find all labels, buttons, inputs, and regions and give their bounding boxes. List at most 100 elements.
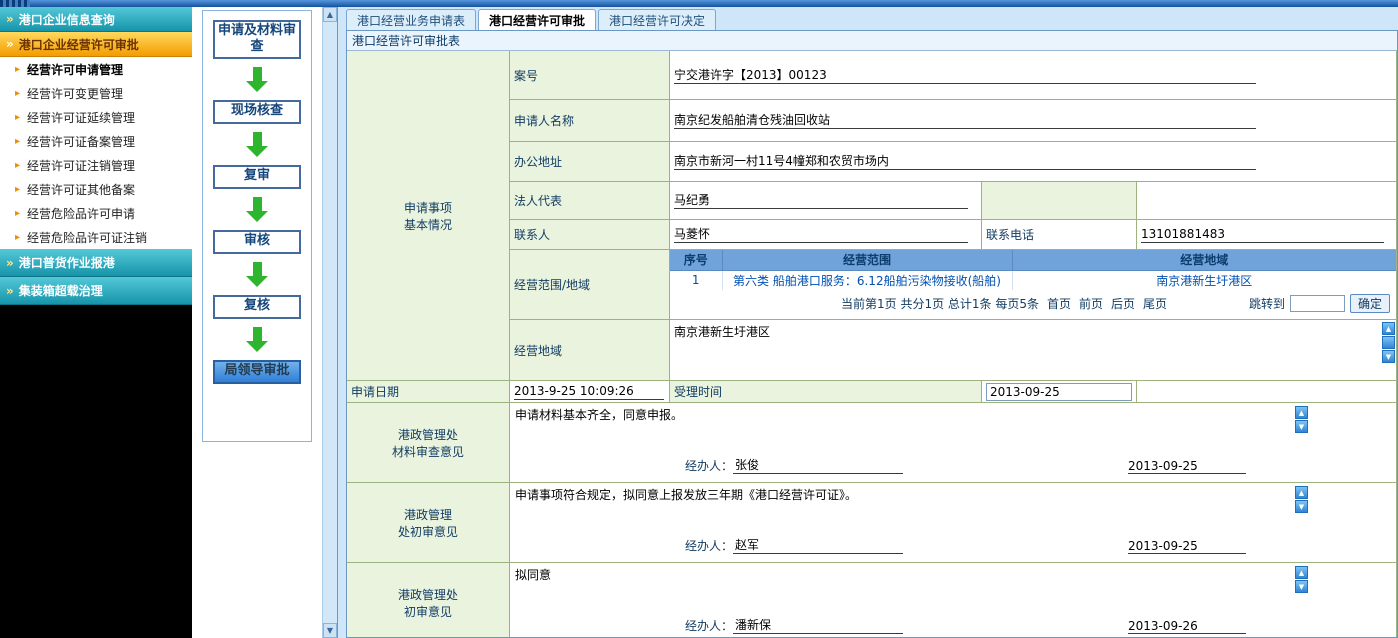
sidebar-item-license-approval-group[interactable]: » 港口企业经营许可审批 [0,32,192,57]
sidebar-item-enterprise-info-query[interactable]: » 港口企业信息查询 [0,7,192,32]
scroll-up-icon[interactable]: ▲ [1382,322,1395,335]
sidebar-item-cargo-report[interactable]: » 港口普货作业报港 [0,249,192,277]
first-review-opinion-text[interactable]: 申请事项符合规定，拟同意上报发放三年期《港口经营许可证》。 [510,483,1396,536]
case-no-label: 案号 [510,51,670,100]
tab-bar: 港口经营业务申请表 港口经营许可审批 港口经营许可决定 [338,7,1398,30]
second-review-opinion-cell: 拟同意 ▲ ▼ 经办人： 潘新保 2013-09-26 [510,563,1397,637]
contact-input[interactable]: 马菱怀 [674,226,968,243]
region-row: 经营地域 南京港新生圩港区 ▲ ▼ [510,320,1397,381]
opinion-date-input[interactable]: 2013-09-25 [1128,539,1246,554]
bullet-arrow-icon: ▸ [15,112,20,123]
accept-time-label: 受理时间 [670,381,982,403]
second-review-opinion-text[interactable]: 拟同意 [510,563,1396,616]
workflow-step-site-check[interactable]: 现场核查 [213,100,301,124]
jump-confirm-button[interactable]: 确定 [1350,294,1390,313]
scroll-up-icon[interactable]: ▲ [1295,406,1308,419]
scope-table-row[interactable]: 1 第六类 船舶港口服务：6.12船舶污染物接收(船舶) 南京港新生圩港区 [670,270,1396,290]
sidebar-item-license-apply-mgmt[interactable]: ▸ 经营许可申请管理 [0,57,192,81]
opinion-scrollbar: ▲ ▼ [1295,566,1308,593]
flow-down-arrow-icon [246,132,268,157]
tab-license-approval[interactable]: 港口经营许可审批 [478,9,596,30]
tab-business-application-form[interactable]: 港口经营业务申请表 [346,9,476,30]
sidebar-item-license-change-mgmt[interactable]: ▸ 经营许可变更管理 [0,81,192,105]
scroll-down-icon[interactable]: ▼ [1295,500,1308,513]
sidebar-item-container-overload[interactable]: » 集装箱超载治理 [0,277,192,305]
phone-label: 联系电话 [982,220,1137,250]
menu-chevrons-icon: » [6,256,14,270]
workflow-region: 申请及材料审查 现场核查 复审 审核 复核 局领导审批 [192,7,322,638]
pagination-prev-link[interactable]: 前页 [1079,295,1103,312]
pagination-last-link[interactable]: 尾页 [1143,295,1167,312]
scope-row-range: 第六类 船舶港口服务：6.12船舶污染物接收(船舶) [722,270,1012,290]
sidebar-item-dangerous-goods-apply[interactable]: ▸ 经营危险品许可申请 [0,201,192,225]
scope-table: 序号 经营范围 经营地域 1 第 [670,250,1396,290]
scroll-up-icon[interactable]: ▲ [1295,486,1308,499]
material-review-opinion-row: 港政管理处 材料审查意见 申请材料基本齐全，同意申报。 ▲ ▼ 经办人： 张俊 … [347,403,1397,483]
sidebar-item-license-record-mgmt[interactable]: ▸ 经营许可证备案管理 [0,129,192,153]
scope-cell: 序号 经营范围 经营地域 1 第 [670,250,1397,320]
material-review-opinion-text[interactable]: 申请材料基本齐全，同意申报。 [510,403,1396,456]
menu-chevrons-icon: » [6,284,14,298]
phone-input[interactable]: 13101881483 [1141,226,1384,243]
workflow-panel: 申请及材料审查 现场核查 复审 审核 复核 局领导审批 [202,10,312,442]
pagination-first-link[interactable]: 首页 [1047,295,1071,312]
opinion-date-input[interactable]: 2013-09-25 [1128,459,1246,474]
apply-date-input[interactable]: 2013-9-25 10:09:26 [514,383,664,400]
second-review-opinion-row: 港政管理处 初审意见 拟同意 ▲ ▼ 经办人： 潘新保 2013-09-26 [347,563,1397,637]
jump-page-input[interactable] [1290,295,1345,312]
flow-down-arrow-icon [246,197,268,222]
sidebar-item-label: 经营许可变更管理 [27,85,123,102]
region-label: 经营地域 [510,320,670,381]
region-scrollbar: ▲ ▼ [1382,322,1395,363]
sidebar-item-license-other-record[interactable]: ▸ 经营许可证其他备案 [0,177,192,201]
handler-name-input[interactable]: 赵军 [733,536,903,554]
workflow-step-leader-approval[interactable]: 局领导审批 [213,360,301,384]
scroll-down-icon[interactable]: ▼ [1295,420,1308,433]
scope-table-header-row: 序号 经营范围 经营地域 [670,250,1396,270]
scroll-up-icon[interactable]: ▲ [1295,566,1308,579]
apply-date-cell: 2013-9-25 10:09:26 [510,381,670,403]
sidebar-item-dangerous-goods-cancel[interactable]: ▸ 经营危险品许可证注销 [0,225,192,249]
case-no-cell: 宁交港许字【2013】00123 [670,51,1397,100]
scroll-up-icon[interactable]: ▲ [323,7,337,22]
legal-rep-label: 法人代表 [510,182,670,220]
tab-license-decision[interactable]: 港口经营许可决定 [598,9,716,30]
legal-rep-input[interactable]: 马纪勇 [674,192,968,209]
handler-label: 经办人： [685,457,733,474]
scroll-down-icon[interactable]: ▼ [1295,580,1308,593]
form-title: 港口经营许可审批表 [347,31,1397,51]
case-no-input[interactable]: 宁交港许字【2013】00123 [674,67,1256,84]
pagination-next-link[interactable]: 后页 [1111,295,1135,312]
opinion-footer: 经办人： 张俊 2013-09-25 [510,456,1396,482]
scrollbar-thumb[interactable] [1382,336,1395,349]
workflow-step-recheck[interactable]: 复审 [213,165,301,189]
scroll-down-icon[interactable]: ▼ [323,623,337,638]
region-input[interactable]: 南京港新生圩港区 [674,323,770,340]
opinion-date-input[interactable]: 2013-09-26 [1128,619,1246,634]
office-address-input[interactable]: 南京市新河一村11号4幢郑和农贸市场内 [674,153,1256,170]
scroll-down-icon[interactable]: ▼ [1382,350,1395,363]
scrollbar-track[interactable] [323,22,337,623]
scope-col-area: 经营地域 [1012,250,1396,270]
sidebar-item-label: 经营危险品许可申请 [27,205,135,222]
accept-time-input[interactable]: 2013-09-25 [986,383,1132,401]
sidebar-item-label: 经营许可证其他备案 [27,181,135,198]
sidebar-item-label: 经营许可申请管理 [27,61,123,78]
bullet-arrow-icon: ▸ [15,208,20,219]
workflow-step-review[interactable]: 复核 [213,295,301,319]
sidebar-item-license-renewal-mgmt[interactable]: ▸ 经营许可证延续管理 [0,105,192,129]
handler-name-input[interactable]: 张俊 [733,456,903,474]
legal-rep-empty-cell [1137,182,1397,220]
jump-group: 跳转到 确定 [1249,294,1390,313]
workflow-step-material-review[interactable]: 申请及材料审查 [213,20,301,59]
handler-label: 经办人： [685,537,733,554]
applicant-input[interactable]: 南京纪发船舶清仓残油回收站 [674,112,1256,129]
opinion-footer: 经办人： 赵军 2013-09-25 [510,536,1396,562]
apply-date-row: 申请日期 2013-9-25 10:09:26 受理时间 2013-09-25 [347,381,1397,403]
opinion-scrollbar: ▲ ▼ [1295,486,1308,513]
pagination-summary: 当前第1页 共分1页 总计1条 每页5条 [841,295,1039,312]
vertical-scrollbar[interactable]: ▲ ▼ [322,7,337,638]
handler-name-input[interactable]: 潘新保 [733,616,903,634]
workflow-step-audit[interactable]: 审核 [213,230,301,254]
sidebar-item-license-cancel-mgmt[interactable]: ▸ 经营许可证注销管理 [0,153,192,177]
